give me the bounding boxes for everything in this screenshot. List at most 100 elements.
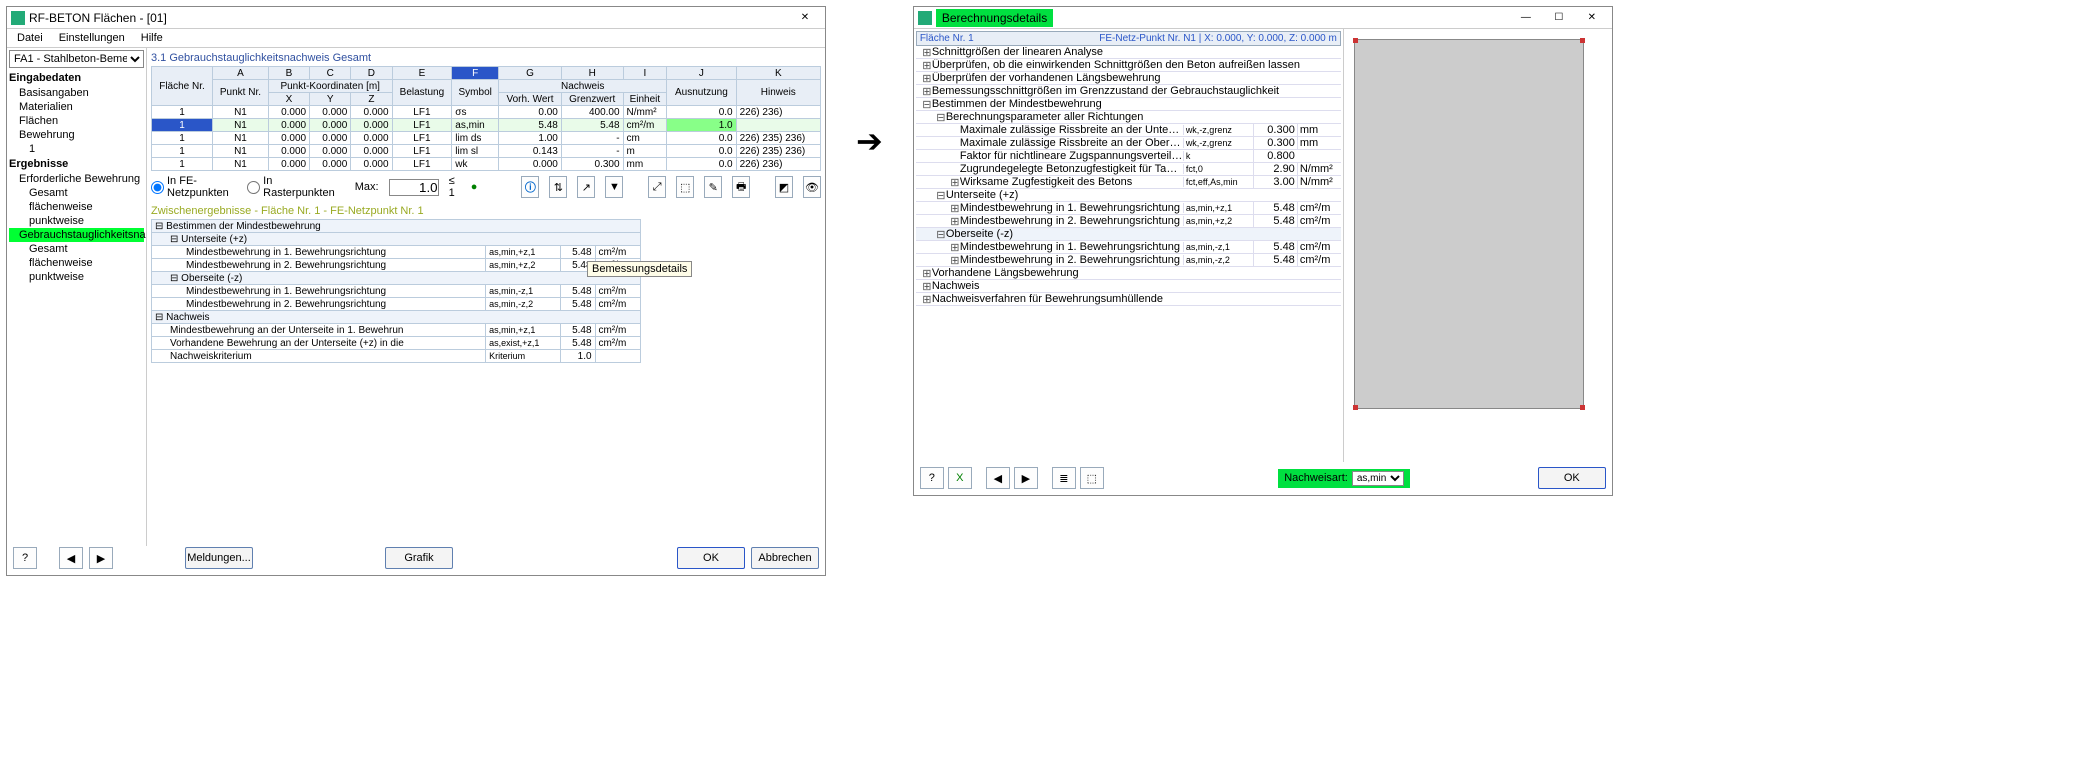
tree-bewehrung-1[interactable]: 1 — [9, 142, 144, 156]
rf-beton-window: RF-BETON Flächen - [01] ✕ Datei Einstell… — [6, 6, 826, 576]
tree-erf-punktweise[interactable]: punktweise — [9, 214, 144, 228]
tool-button-4[interactable]: ✎ — [704, 176, 722, 198]
main-panel: 3.1 Gebrauchstauglichkeitsnachweis Gesam… — [147, 48, 825, 546]
nachweisart-label: Nachweisart: — [1284, 472, 1348, 484]
cancel-button[interactable]: Abbrechen — [751, 547, 819, 569]
tree-gebrauchstauglichkeit[interactable]: Gebrauchstauglichkeitsnachweis — [9, 228, 144, 242]
intermediate-results-table[interactable]: ⊟ Bestimmen der Mindestbewehrung ⊟ Unter… — [151, 219, 641, 363]
help-button-2[interactable]: ? — [920, 467, 944, 489]
col-c[interactable]: C — [310, 67, 351, 80]
tree-erf-bewehrung[interactable]: Erforderliche Bewehrung — [9, 172, 144, 186]
tree-geb-flaechenweise[interactable]: flächenweise — [9, 256, 144, 270]
table-row[interactable]: 1N10.0000.0000.000LF1wk0.0000.300mm0.022… — [152, 158, 821, 171]
detail-row[interactable]: ⊞Mindestbewehrung in 2. Bewehrungsrichtu… — [916, 215, 1341, 228]
tree-eingabedaten[interactable]: Eingabedaten — [9, 70, 144, 86]
minimize-icon[interactable]: — — [1510, 9, 1542, 27]
next-button[interactable]: ▶ — [1014, 467, 1038, 489]
grafik-button[interactable]: Grafik — [385, 547, 453, 569]
menubar: Datei Einstellungen Hilfe — [7, 29, 825, 48]
menu-hilfe[interactable]: Hilfe — [137, 31, 167, 45]
col-h[interactable]: H — [561, 67, 623, 80]
detail-row[interactable]: ⊞Mindestbewehrung in 1. Bewehrungsrichtu… — [916, 241, 1341, 254]
tree-geb-punktweise[interactable]: punktweise — [9, 270, 144, 284]
nachweisart-select[interactable]: as,min — [1352, 471, 1404, 486]
detail-row[interactable]: Maximale zulässige Rissbreite an der Unt… — [916, 124, 1341, 137]
prev-button[interactable]: ◀ — [986, 467, 1010, 489]
detail-row[interactable]: Faktor für nichtlineare Zugspannungsvert… — [916, 150, 1341, 163]
tree-erf-flaechenweise[interactable]: flächenweise — [9, 200, 144, 214]
table-row[interactable]: 1N10.0000.0000.000LF1σs0.00400.00N/mm²0.… — [152, 106, 821, 119]
tree-materialien[interactable]: Materialien — [9, 100, 144, 114]
print-button[interactable]: 🖶 — [732, 176, 750, 198]
col-f[interactable]: F — [452, 67, 499, 80]
inter-oberseite: ⊟ Oberseite (-z) — [152, 272, 641, 285]
col-i[interactable]: I — [623, 67, 667, 80]
tree-bewehrung[interactable]: Bewehrung — [9, 128, 144, 142]
col-k[interactable]: K — [736, 67, 820, 80]
radio-fe-netz[interactable]: In FE-Netzpunkten — [151, 175, 237, 199]
max-value[interactable] — [389, 179, 439, 196]
detail-row[interactable]: ⊞Überprüfen, ob die einwirkenden Schnitt… — [916, 59, 1341, 72]
tool-button-a[interactable]: ≣ — [1052, 467, 1076, 489]
detail-row[interactable]: ⊟Oberseite (-z) — [916, 228, 1341, 241]
detail-row[interactable]: ⊞Wirksame Zugfestigkeit des Betonsfct,ef… — [916, 176, 1341, 189]
meldungen-button[interactable]: Meldungen... — [185, 547, 253, 569]
help-button[interactable]: ? — [13, 547, 37, 569]
menu-datei[interactable]: Datei — [13, 31, 47, 45]
tree-erf-gesamt[interactable]: Gesamt — [9, 186, 144, 200]
detail-row[interactable]: ⊟Berechnungsparameter aller Richtungen — [916, 111, 1341, 124]
menu-einstellungen[interactable]: Einstellungen — [55, 31, 129, 45]
info-button[interactable]: ⓘ — [521, 176, 539, 198]
preview-surface[interactable] — [1354, 39, 1584, 409]
nachweisart-box: Nachweisart: as,min — [1278, 469, 1410, 488]
col-e[interactable]: E — [392, 67, 452, 80]
nav-prev-button[interactable]: ◀ — [59, 547, 83, 569]
results-table[interactable]: Fläche Nr. A B C D E F G H I J K P — [151, 66, 821, 171]
col-b[interactable]: B — [268, 67, 309, 80]
tool-button-b[interactable]: ⬚ — [1080, 467, 1104, 489]
tool-button-3[interactable]: ⬚ — [676, 176, 694, 198]
col-j[interactable]: J — [667, 67, 736, 80]
inter-nachweis: ⊟ Nachweis — [152, 311, 641, 324]
filter-button[interactable]: ▼ — [605, 176, 623, 198]
radio-raster[interactable]: In Rasterpunkten — [247, 175, 335, 199]
col-g[interactable]: G — [499, 67, 562, 80]
table-row[interactable]: 1N10.0000.0000.000LF1as,min5.485.48cm²/m… — [152, 119, 821, 132]
ok-button[interactable]: OK — [677, 547, 745, 569]
case-combo[interactable]: FA1 - Stahlbeton-Bemessung — [9, 50, 144, 68]
view-button[interactable]: ◩ — [775, 176, 793, 198]
table-row[interactable]: 1N10.0000.0000.000LF1lim ds1.00-cm0.0226… — [152, 132, 821, 145]
close-icon[interactable]: ✕ — [789, 9, 821, 27]
tool-button-2[interactable]: ⤢ — [648, 176, 666, 198]
detail-row[interactable]: ⊟Bestimmen der Mindestbewehrung — [916, 98, 1341, 111]
tree-geb-gesamt[interactable]: Gesamt — [9, 242, 144, 256]
table-row[interactable]: 1N10.0000.0000.000LF1lim sl0.143-m0.0226… — [152, 145, 821, 158]
ok-button-2[interactable]: OK — [1538, 467, 1606, 489]
detail-row[interactable]: ⊞Mindestbewehrung in 2. Bewehrungsrichtu… — [916, 254, 1341, 267]
arrow-icon: ➔ — [856, 122, 883, 160]
tree-ergebnisse[interactable]: Ergebnisse — [9, 156, 144, 172]
detail-row[interactable]: ⊟Unterseite (+z) — [916, 189, 1341, 202]
detail-row[interactable]: ⊞Nachweisverfahren für Bewehrungsumhülle… — [916, 293, 1341, 306]
detail-row[interactable]: ⊞Mindestbewehrung in 1. Bewehrungsrichtu… — [916, 202, 1341, 215]
eye-button[interactable]: 👁 — [803, 176, 821, 198]
tool-button-1[interactable]: ↗ — [577, 176, 595, 198]
sort-button[interactable]: ⇅ — [549, 176, 567, 198]
detail-row[interactable]: Maximale zulässige Rissbreite an der Obe… — [916, 137, 1341, 150]
tree-flaechen[interactable]: Flächen — [9, 114, 144, 128]
detail-row[interactable]: ⊞Schnittgrößen der linearen Analyse — [916, 46, 1341, 59]
col-d[interactable]: D — [351, 67, 392, 80]
col-a[interactable]: A — [213, 67, 269, 80]
details-tree[interactable]: Fläche Nr. 1 FE-Netz-Punkt Nr. N1 | X: 0… — [914, 29, 1344, 462]
close-icon-2[interactable]: ✕ — [1576, 9, 1608, 27]
detail-row[interactable]: Zugrundegelegte Betonzugfestigkeit für T… — [916, 163, 1341, 176]
excel-button[interactable]: X — [948, 467, 972, 489]
nav-next-button[interactable]: ▶ — [89, 547, 113, 569]
detail-row[interactable]: ⊞Nachweis — [916, 280, 1341, 293]
col-flaeche-nr[interactable]: Fläche Nr. — [152, 67, 213, 106]
tree-basisangaben[interactable]: Basisangaben — [9, 86, 144, 100]
maximize-icon[interactable]: ☐ — [1543, 9, 1575, 27]
detail-row[interactable]: ⊞Überprüfen der vorhandenen Längsbewehru… — [916, 72, 1341, 85]
detail-row[interactable]: ⊞Vorhandene Längsbewehrung — [916, 267, 1341, 280]
detail-row[interactable]: ⊞Bemessungsschnittgrößen im Grenzzustand… — [916, 85, 1341, 98]
